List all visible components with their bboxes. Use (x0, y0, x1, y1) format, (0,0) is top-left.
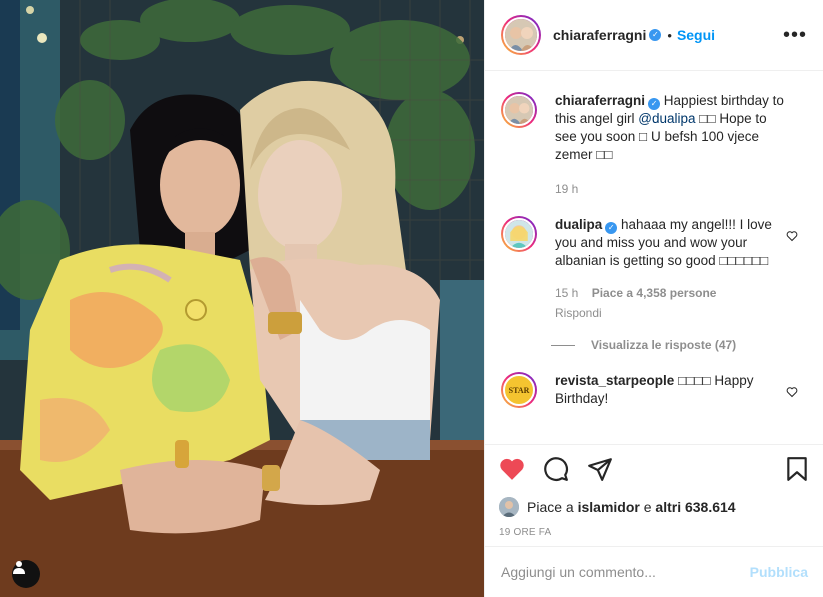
likes-prefix: Piace a (527, 499, 578, 515)
separator-dot: • (667, 27, 672, 43)
view-replies-button[interactable]: Visualizza le risposte (47) (551, 338, 808, 352)
author-avatar (503, 17, 539, 53)
follow-button[interactable]: Segui (677, 27, 715, 43)
author-avatar-ring[interactable] (501, 15, 541, 55)
caption-text: chiaraferragni ✓ Happiest birthday to thi… (555, 92, 785, 164)
liker-avatar[interactable] (499, 497, 519, 517)
bookmark-icon[interactable] (786, 456, 808, 482)
comment-avatar (503, 218, 535, 250)
add-comment-bar: Pubblica (485, 546, 823, 597)
comments-list: chiaraferragni ✓ Happiest birthday to thi… (485, 72, 823, 444)
comment-text: dualipa ✓ hahaaa my angel!!! I love you a… (555, 216, 785, 270)
comment-input[interactable] (501, 564, 750, 580)
comment-item: dualipa ✓ hahaaa my angel!!! I love you a… (501, 216, 808, 322)
likes-others-link[interactable]: altri 638.614 (655, 499, 735, 515)
avatar-image (505, 19, 537, 51)
comment-username[interactable]: revista_starpeople (555, 373, 674, 388)
likes-text: Piace a islamidor e altri 638.614 (527, 499, 736, 515)
comment-text: revista_starpeople □□□□ Happy Birthday! (555, 372, 785, 408)
replies-divider (551, 344, 575, 346)
heart-filled-icon[interactable] (499, 457, 525, 481)
post-timestamp: 19 ORE FA (499, 527, 552, 538)
caption: chiaraferragni ✓ Happiest birthday to thi… (501, 92, 808, 198)
person-icon (13, 561, 25, 574)
action-buttons (499, 455, 808, 483)
instagram-post: chiaraferragni ✓ • Segui ••• chiaraferra… (0, 0, 823, 597)
caption-avatar (503, 94, 535, 126)
post-photo[interactable] (0, 0, 484, 597)
more-horizontal-icon[interactable]: ••• (783, 25, 807, 45)
caption-time: 19 h (555, 182, 579, 196)
comment-icon[interactable] (543, 456, 569, 482)
verified-badge-icon: ✓ (649, 29, 662, 41)
comment-avatar-ring[interactable] (501, 216, 537, 252)
verified-badge-icon: ✓ (605, 222, 618, 234)
view-replies-label: Visualizza le risposte (47) (591, 338, 737, 352)
caption-avatar-ring[interactable] (501, 92, 537, 128)
share-icon[interactable] (587, 456, 613, 482)
verified-badge-icon: ✓ (648, 98, 661, 110)
liker-username[interactable]: islamidor (578, 499, 640, 515)
avatar-logo-text: STAR (508, 385, 530, 395)
avatar-image (505, 96, 533, 124)
comment-username[interactable]: dualipa (555, 217, 602, 232)
caption-meta: 19 h (555, 180, 785, 198)
comment-body: revista_starpeople □□□□ Happy Birthday! (555, 372, 785, 408)
tagged-users-button[interactable] (12, 560, 40, 588)
mention-link[interactable]: @dualipa (638, 111, 695, 126)
caption-username[interactable]: chiaraferragni (555, 93, 645, 108)
reply-button[interactable]: Rispondi (555, 304, 785, 322)
post-actions: Piace a islamidor e altri 638.614 19 ORE… (485, 444, 823, 538)
comment-body: dualipa ✓ hahaaa my angel!!! I love you a… (555, 216, 785, 322)
author-username[interactable]: chiaraferragni (553, 27, 646, 43)
likes-middle: e (639, 499, 656, 515)
comment-likes-count[interactable]: Piace a 4,358 persone (592, 286, 717, 300)
post-header: chiaraferragni ✓ • Segui ••• (485, 0, 823, 71)
comment-item: STAR revista_starpeople □□□□ Happy Birth… (501, 372, 808, 408)
comment-avatar: STAR (503, 374, 535, 406)
publish-button[interactable]: Pubblica (750, 564, 808, 580)
comment-meta: 15 h Piace a 4,358 persone (555, 284, 785, 302)
post-side-panel: chiaraferragni ✓ • Segui ••• chiaraferra… (484, 0, 823, 597)
like-comment-heart-icon[interactable] (786, 230, 798, 242)
comment-time: 15 h (555, 286, 579, 300)
like-comment-heart-icon[interactable] (786, 386, 798, 398)
comment-avatar-ring[interactable]: STAR (501, 372, 537, 408)
post-photo-illustration (0, 0, 484, 597)
likes-summary: Piace a islamidor e altri 638.614 (499, 497, 808, 517)
avatar-image (505, 220, 533, 248)
caption-body: chiaraferragni ✓ Happiest birthday to thi… (555, 92, 785, 198)
